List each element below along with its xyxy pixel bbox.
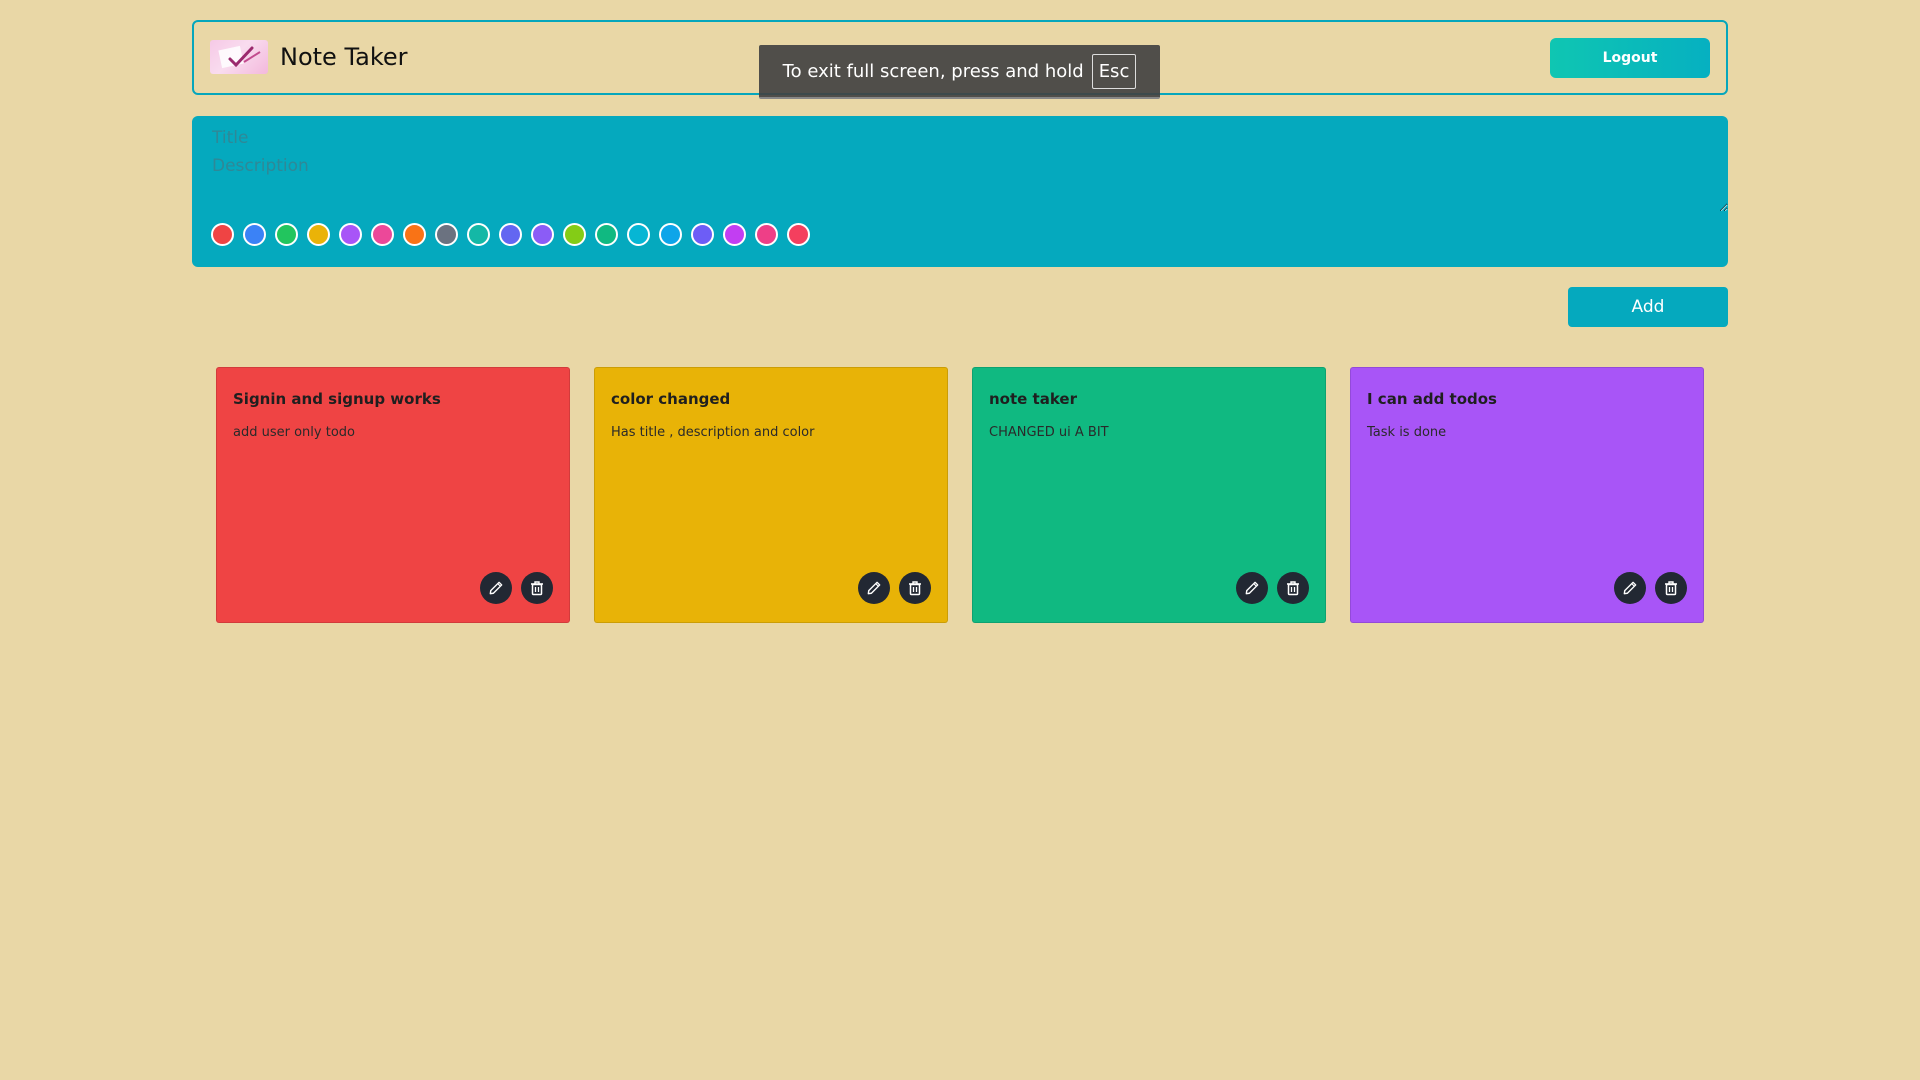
delete-note-button[interactable] — [899, 572, 931, 604]
edit-note-button[interactable] — [480, 572, 512, 604]
color-swatch[interactable] — [467, 223, 490, 246]
color-swatch[interactable] — [755, 223, 778, 246]
description-input[interactable] — [210, 154, 1728, 212]
notes-grid: Signin and signup works add user only tod… — [216, 367, 1704, 623]
note-description: Has title , description and color — [611, 425, 815, 440]
note-card: note taker CHANGED ui A BIT — [972, 367, 1326, 623]
color-swatch[interactable] — [371, 223, 394, 246]
color-swatch[interactable] — [499, 223, 522, 246]
delete-note-button[interactable] — [521, 572, 553, 604]
pencil-icon — [489, 581, 503, 595]
note-title: note taker — [989, 390, 1077, 408]
pencil-icon — [1245, 581, 1259, 595]
color-swatch[interactable] — [435, 223, 458, 246]
logout-button[interactable]: Logout — [1550, 38, 1710, 78]
add-note-button[interactable]: Add — [1568, 287, 1728, 327]
trash-icon — [529, 580, 545, 596]
esc-key-hint: Esc — [1091, 53, 1137, 89]
color-swatch[interactable] — [339, 223, 362, 246]
color-swatch[interactable] — [659, 223, 682, 246]
note-description: Task is done — [1367, 425, 1447, 440]
app-logo — [210, 40, 268, 74]
fullscreen-exit-toast: To exit full screen, press and hold Esc — [759, 45, 1160, 99]
app-title: Note Taker — [280, 43, 408, 71]
color-swatch[interactable] — [627, 223, 650, 246]
note-card: color changed Has title , description and… — [594, 367, 948, 623]
color-swatch[interactable] — [275, 223, 298, 246]
note-card: I can add todos Task is done — [1350, 367, 1704, 623]
note-actions — [1236, 572, 1309, 604]
note-title: color changed — [611, 390, 731, 408]
note-actions — [1614, 572, 1687, 604]
trash-icon — [907, 580, 923, 596]
color-swatch[interactable] — [243, 223, 266, 246]
edit-note-button[interactable] — [858, 572, 890, 604]
trash-icon — [1285, 580, 1301, 596]
color-swatch[interactable] — [531, 223, 554, 246]
pencil-icon — [1623, 581, 1637, 595]
color-swatch[interactable] — [723, 223, 746, 246]
edit-note-button[interactable] — [1236, 572, 1268, 604]
pencil-icon — [867, 581, 881, 595]
note-title: Signin and signup works — [233, 390, 441, 408]
trash-icon — [1663, 580, 1679, 596]
delete-note-button[interactable] — [1277, 572, 1309, 604]
note-description: CHANGED ui A BIT — [989, 425, 1109, 440]
color-swatch[interactable] — [307, 223, 330, 246]
note-card: Signin and signup works add user only tod… — [216, 367, 570, 623]
note-title: I can add todos — [1367, 390, 1497, 408]
color-swatch[interactable] — [211, 223, 234, 246]
color-swatch[interactable] — [691, 223, 714, 246]
color-swatch[interactable] — [595, 223, 618, 246]
title-input[interactable] — [210, 124, 1610, 152]
color-swatch[interactable] — [403, 223, 426, 246]
note-actions — [858, 572, 931, 604]
delete-note-button[interactable] — [1655, 572, 1687, 604]
toast-message: To exit full screen, press and hold — [782, 60, 1084, 82]
color-picker — [211, 223, 810, 246]
note-actions — [480, 572, 553, 604]
note-description: add user only todo — [233, 425, 355, 440]
color-swatch[interactable] — [787, 223, 810, 246]
color-swatch[interactable] — [563, 223, 586, 246]
edit-note-button[interactable] — [1614, 572, 1646, 604]
